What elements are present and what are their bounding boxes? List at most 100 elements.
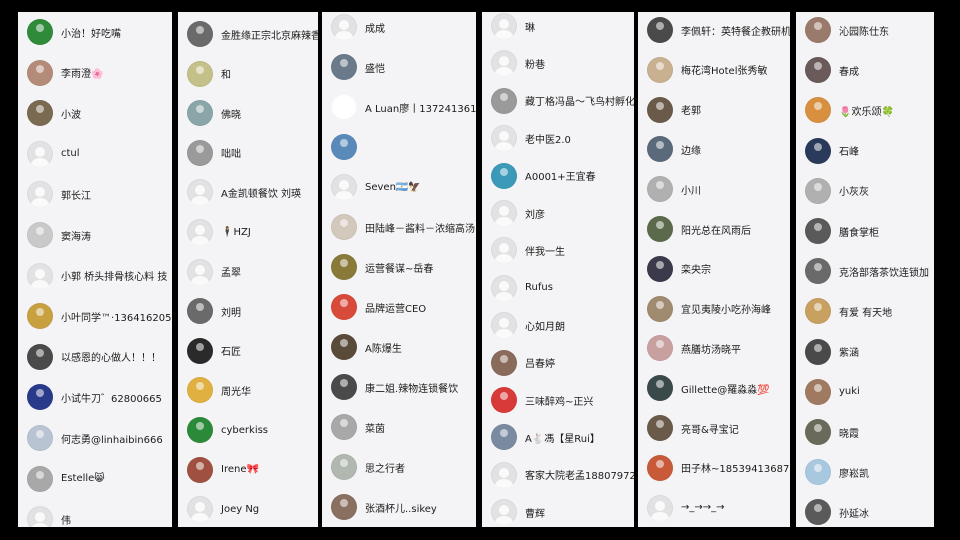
contact-row[interactable]: 石匠: [178, 334, 318, 368]
contact-row[interactable]: 曹辉: [482, 495, 634, 527]
contact-row[interactable]: 克洛部落茶饮连锁加: [796, 254, 934, 288]
contact-row[interactable]: 三味醉鸡~正兴: [482, 383, 634, 417]
contact-row[interactable]: 藏丁格冯晶～飞鸟村孵化器: [482, 84, 634, 118]
contact-name: 边缘: [681, 145, 701, 157]
contact-row[interactable]: 吕春婷: [482, 346, 634, 380]
contact-row[interactable]: 小川: [638, 172, 790, 206]
contact-row[interactable]: A Luan廖丨13724136104: [322, 90, 476, 124]
contact-row[interactable]: 周光华: [178, 373, 318, 407]
contact-row[interactable]: →_→→_→: [638, 491, 790, 525]
contact-row[interactable]: 亮哥&寻宝记: [638, 411, 790, 445]
contact-row[interactable]: yuki: [796, 375, 934, 409]
contact-row[interactable]: Rufus: [482, 271, 634, 305]
contact-row[interactable]: Estelle😸: [18, 462, 172, 496]
contact-row[interactable]: 梅花湾Hotel张秀敏: [638, 53, 790, 87]
contact-row[interactable]: 老郭: [638, 93, 790, 127]
avatar-figure: [814, 22, 822, 30]
contact-row[interactable]: 以感恩的心做人！！！: [18, 340, 172, 374]
avatar-figure: [814, 142, 822, 151]
contact-row[interactable]: 张酒杯儿..sikey: [322, 490, 476, 524]
contact-row[interactable]: 沁园陈仕东: [796, 13, 934, 47]
contact-row[interactable]: Seven🇦🇷🦅: [322, 170, 476, 204]
contact-row[interactable]: 盛恺: [322, 50, 476, 84]
contact-row[interactable]: 康二姐.辣物连锁餐饮: [322, 370, 476, 404]
contact-row[interactable]: 郭长江: [18, 177, 172, 211]
contact-row[interactable]: 小治！好吃嘴: [18, 15, 172, 49]
contact-name: 品牌运营CEO: [365, 303, 427, 315]
contact-row[interactable]: 刘明: [178, 294, 318, 328]
contact-row[interactable]: 有爱 有天地: [796, 294, 934, 328]
contact-row[interactable]: 成成: [322, 12, 476, 44]
contact-row[interactable]: 咄咄: [178, 136, 318, 170]
contact-row[interactable]: 边缘: [638, 132, 790, 166]
contact-row[interactable]: 宜见夷陵小吃孙海峰: [638, 292, 790, 326]
contact-row[interactable]: 思之行者: [322, 450, 476, 484]
contact-row[interactable]: 石峰: [796, 134, 934, 168]
contact-row[interactable]: 小郭 桥头排骨核心料 技: [18, 259, 172, 293]
contact-row[interactable]: 菜茵: [322, 410, 476, 444]
contact-row[interactable]: A0001+王宜春: [482, 159, 634, 193]
avatar: [491, 87, 517, 114]
contact-row[interactable]: ctul: [18, 137, 172, 171]
contact-row[interactable]: 燕膳坊汤晓平: [638, 331, 790, 365]
contact-row[interactable]: Irene🎀: [178, 453, 318, 487]
contact-row[interactable]: 阳光总在风雨后: [638, 212, 790, 246]
contact-row[interactable]: 心如月朗: [482, 308, 634, 342]
contact-name: yuki: [839, 386, 860, 398]
contact-row[interactable]: 膳食掌柜: [796, 214, 934, 248]
contact-row[interactable]: 伴我一生: [482, 233, 634, 267]
contact-row[interactable]: 何志勇@linhaibin666: [18, 421, 172, 455]
contact-row[interactable]: 田陆峰－酱料－浓缩高汤: [322, 210, 476, 244]
contact-row[interactable]: 运营餐谋~岳春: [322, 250, 476, 284]
contact-row[interactable]: Joey Ng: [178, 492, 318, 526]
contact-name: 小郭 桥头排骨核心料 技: [61, 272, 168, 284]
contact-row[interactable]: 客家大院老孟18807972559: [482, 458, 634, 492]
avatar: [647, 176, 673, 203]
contact-row[interactable]: 刘彦: [482, 196, 634, 230]
contact-row[interactable]: A🐇馮【星Rui】: [482, 420, 634, 454]
contact-name: 和: [221, 70, 231, 82]
avatar-figure: [500, 92, 508, 101]
contact-row[interactable]: 窦海涛: [18, 218, 172, 252]
contact-row[interactable]: 粉巷: [482, 46, 634, 80]
contact-row[interactable]: 李雨澄🌸: [18, 56, 172, 90]
contact-row[interactable]: 田子林~18539413687: [638, 451, 790, 485]
contact-row[interactable]: A金凯顿餐饮 刘瑛: [178, 175, 318, 209]
contact-row[interactable]: 晓霞: [796, 415, 934, 449]
avatar-figure: [196, 422, 204, 430]
contact-row[interactable]: 小叶同学™·13641620564: [18, 299, 172, 333]
contact-row[interactable]: 小波: [18, 96, 172, 130]
contact-row[interactable]: 紫涵: [796, 335, 934, 369]
contact-row[interactable]: 🕴HZJ: [178, 215, 318, 249]
avatar-figure: [35, 268, 45, 279]
contact-row[interactable]: 廖崧凯: [796, 455, 934, 489]
contact-row[interactable]: 琳: [482, 12, 634, 43]
contact-row[interactable]: Gillette@羅淼淼💯: [638, 371, 790, 405]
contact-name: 粉巷: [525, 59, 545, 71]
contact-row[interactable]: 🌷欢乐颂🍀: [796, 93, 934, 127]
avatar: [27, 384, 53, 411]
contact-row[interactable]: cyberkiss: [178, 413, 318, 447]
contact-name: 膳食掌柜: [839, 227, 879, 239]
contact-row[interactable]: 佛晓: [178, 96, 318, 130]
contact-row[interactable]: 和: [178, 57, 318, 91]
contact-row[interactable]: 孙延冰: [796, 495, 934, 527]
contact-row[interactable]: 品牌运营CEO: [322, 290, 476, 324]
contact-row[interactable]: 老中医2.0: [482, 121, 634, 155]
contact-column-6: 沁园陈仕东春成 🌷欢乐颂🍀 石峰小灰灰膳食掌柜克洛部落茶饮连锁加 有爱 有天地 紫涵 yu…: [796, 12, 934, 527]
contact-row[interactable]: 李佩轩：英特餐企教研机: [638, 13, 790, 47]
contact-row[interactable]: 孟翠: [178, 255, 318, 289]
contact-row[interactable]: 金胜缘正宗北京麻辣香: [178, 17, 318, 51]
avatar: [331, 454, 357, 480]
contact-row[interactable]: 春成: [796, 53, 934, 87]
avatar: [331, 494, 357, 520]
contact-name: 金胜缘正宗北京麻辣香: [221, 30, 318, 42]
contact-row[interactable]: 伟: [18, 502, 172, 527]
avatar: [805, 57, 831, 84]
contact-row[interactable]: 栾央宗: [638, 252, 790, 286]
contact-row[interactable]: A陈爆生: [322, 330, 476, 364]
avatar: [805, 499, 831, 526]
contact-row[interactable]: 小试牛刀゛62800665: [18, 380, 172, 414]
contact-row[interactable]: 小灰灰: [796, 174, 934, 208]
contact-row[interactable]: [322, 130, 476, 164]
